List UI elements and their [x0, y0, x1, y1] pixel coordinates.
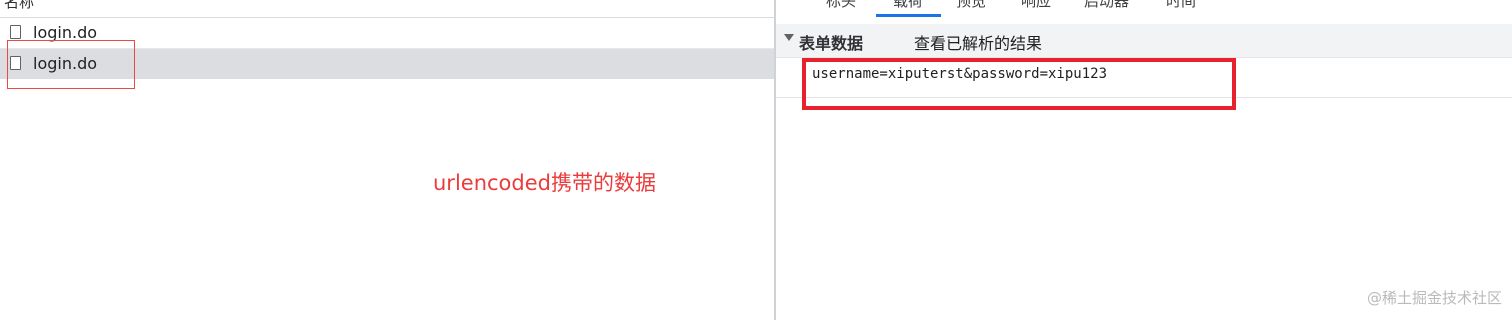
- tab-timing[interactable]: 时间: [1166, 0, 1196, 11]
- payload-highlight-box: [802, 58, 1236, 110]
- details-tab-strip: 标头 载荷 预览 响应 启动器 时间: [776, 0, 1512, 17]
- annotation-highlight-box: [7, 40, 135, 89]
- tab-preview[interactable]: 预览: [956, 0, 986, 11]
- network-request-list: 名称 login.do login.do urlencoded携带的数据: [0, 0, 774, 320]
- name-column-header-label: 名称: [4, 0, 35, 11]
- caret-down-icon[interactable]: [784, 34, 794, 41]
- tab-initiator[interactable]: 启动器: [1084, 0, 1129, 11]
- view-parsed-link[interactable]: 查看已解析的结果: [914, 30, 1042, 54]
- document-icon: [10, 25, 21, 39]
- tab-payload[interactable]: 载荷: [893, 0, 923, 11]
- request-details-pane: 标头 载荷 预览 响应 启动器 时间 表单数据 查看已解析的结果 usernam…: [776, 0, 1512, 320]
- tab-response[interactable]: 响应: [1021, 0, 1051, 11]
- watermark-text: @稀土掘金技术社区: [1366, 289, 1502, 307]
- annotation-text: urlencoded携带的数据: [433, 171, 656, 195]
- name-column-header[interactable]: 名称: [0, 0, 774, 18]
- form-data-title: 表单数据: [799, 34, 864, 53]
- form-data-section-header[interactable]: 表单数据 查看已解析的结果: [776, 24, 1512, 58]
- tab-headers[interactable]: 标头: [826, 0, 856, 11]
- form-data-payload-row: username=xiputerst&password=xipu123: [776, 58, 1512, 110]
- active-tab-indicator: [876, 14, 941, 17]
